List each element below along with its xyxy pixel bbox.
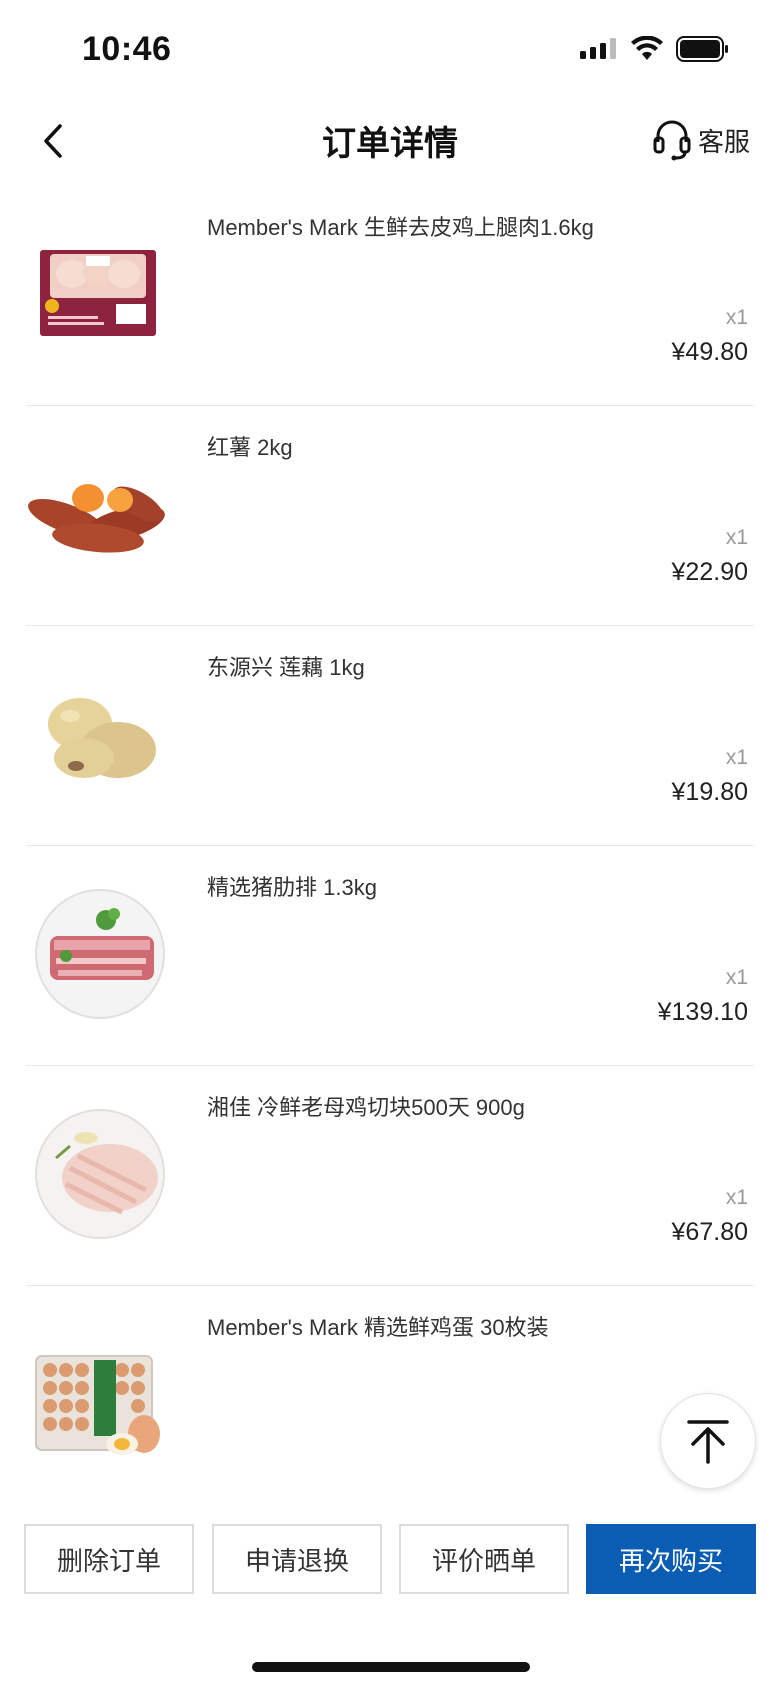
navigation-bar: 订单详情 客服: [0, 96, 780, 186]
home-indicator: [252, 1662, 530, 1672]
order-item[interactable]: 红薯 2kg x1 ¥22.90: [0, 406, 780, 626]
product-image: [35, 1109, 165, 1239]
signal-icon: [580, 38, 616, 59]
order-item[interactable]: 精选猪肋排 1.3kg x1 ¥139.10: [0, 846, 780, 1066]
product-name: 精选猪肋排 1.3kg: [207, 875, 377, 900]
wifi-icon: [631, 36, 663, 60]
order-item[interactable]: Member's Mark 精选鲜鸡蛋 30枚装: [0, 1286, 780, 1506]
product-name: 东源兴 莲藕 1kg: [207, 655, 365, 680]
product-quantity: x1: [725, 966, 748, 989]
product-price: ¥139.10: [657, 998, 748, 1026]
order-item[interactable]: 东源兴 莲藕 1kg x1 ¥19.80: [0, 626, 780, 846]
order-item[interactable]: Member's Mark 生鲜去皮鸡上腿肉1.6kg x1 ¥49.80: [0, 186, 780, 406]
delete-order-button[interactable]: 删除订单: [24, 1524, 194, 1594]
product-price: ¥19.80: [671, 778, 748, 806]
product-image: [35, 889, 165, 1019]
product-name: Member's Mark 精选鲜鸡蛋 30枚装: [207, 1315, 549, 1340]
product-image: [35, 1355, 160, 1455]
request-return-button[interactable]: 申请退换: [212, 1524, 382, 1594]
back-to-top-icon: [687, 1420, 729, 1464]
product-image: [48, 698, 156, 778]
product-price: ¥22.90: [671, 558, 748, 586]
product-price: ¥67.80: [671, 1218, 748, 1246]
product-image: [28, 484, 165, 553]
battery-icon: [676, 36, 728, 62]
review-order-button[interactable]: 评价晒单: [399, 1524, 569, 1594]
back-to-top-button[interactable]: [660, 1393, 756, 1489]
product-quantity: x1: [725, 306, 748, 329]
product-quantity: x1: [725, 1186, 748, 1209]
status-bar: 10:46: [0, 0, 780, 96]
product-name: Member's Mark 生鲜去皮鸡上腿肉1.6kg: [207, 215, 594, 240]
headset-icon: [653, 120, 691, 161]
product-price: ¥49.80: [671, 338, 748, 366]
product-quantity: x1: [725, 526, 748, 549]
order-item-list: Member's Mark 生鲜去皮鸡上腿肉1.6kg x1 ¥49.80 红薯…: [0, 186, 780, 1506]
order-item[interactable]: 湘佳 冷鲜老母鸡切块500天 900g x1 ¥67.80: [0, 1066, 780, 1286]
customer-service-button[interactable]: 客服: [652, 118, 750, 162]
product-name: 红薯 2kg: [207, 435, 293, 460]
product-name: 湘佳 冷鲜老母鸡切块500天 900g: [207, 1095, 525, 1120]
buy-again-button[interactable]: 再次购买: [586, 1524, 756, 1594]
status-icons: [580, 36, 730, 62]
product-image: [40, 250, 156, 336]
status-time: 10:46: [82, 30, 172, 68]
bottom-action-bar: 删除订单 申请退换 评价晒单 再次购买: [0, 1498, 780, 1688]
product-quantity: x1: [725, 746, 748, 769]
customer-service-label: 客服: [697, 126, 750, 157]
